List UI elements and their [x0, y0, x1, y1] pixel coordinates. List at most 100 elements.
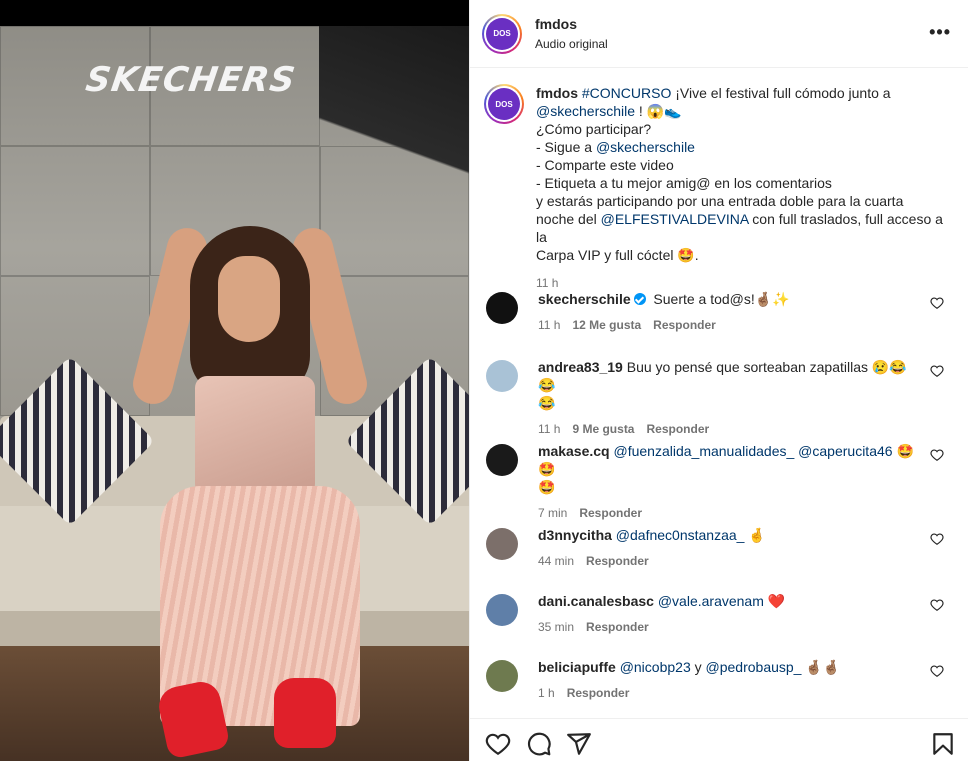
comment-content-line2: 🤩 [538, 479, 556, 495]
comment-item: beliciapuffe @nicobp23 y @pedrobausp_ 🤞🏽… [484, 658, 954, 700]
comment-meta: 44 min Responder [538, 554, 918, 568]
author-username[interactable]: fmdos [535, 16, 608, 32]
caption-line: Carpa VIP y full cóctel 🤩. [536, 247, 699, 263]
commenter-username[interactable]: makase.cq [538, 443, 610, 459]
like-comment-heart-icon[interactable] [930, 532, 944, 546]
red-sneaker-right [274, 678, 336, 748]
comment-item: d3nnycitha @dafnec0nstanzaa_ 🤞 44 min Res… [484, 526, 954, 568]
comment-time[interactable]: 11 h [538, 422, 560, 436]
caption-line: ¿Cómo participar? [536, 121, 652, 137]
caption-username[interactable]: fmdos [536, 85, 578, 101]
commenter-avatar[interactable] [486, 594, 518, 626]
satin-top [195, 376, 315, 496]
caption-line: - Etiqueta a tu mejor amig@ en los comen… [536, 175, 832, 191]
comment-text: beliciapuffe @nicobp23 y @pedrobausp_ 🤞🏽… [538, 658, 918, 676]
comment-likes[interactable]: 9 Me gusta [572, 422, 634, 436]
commenter-username[interactable]: dani.canalesbasc [538, 593, 654, 609]
comment-text: makase.cq @fuenzalida_manualidades_ @cap… [538, 442, 918, 496]
mention-link[interactable]: @vale.aravenam [658, 593, 764, 609]
avatar-ring: DOS [486, 86, 522, 122]
comment-meta: 11 h 9 Me gusta Responder [538, 422, 918, 436]
send-icon[interactable] [566, 731, 592, 757]
comment-likes[interactable]: 12 Me gusta [572, 318, 641, 332]
author-avatar[interactable]: DOS [482, 13, 522, 54]
comment-item: makase.cq @fuenzalida_manualidades_ @cap… [484, 442, 954, 520]
commenter-avatar[interactable] [486, 360, 518, 392]
commenter-avatar[interactable] [486, 660, 518, 692]
comment-body: skecherschile Suerte a tod@s!🤞🏽✨ 11 h 12 … [538, 290, 918, 332]
reply-button[interactable]: Responder [646, 422, 709, 436]
heart-icon[interactable] [485, 731, 511, 757]
verified-badge-icon [633, 293, 646, 305]
avatar-ring: DOS [484, 15, 520, 52]
commenter-username[interactable]: skecherschile [538, 291, 631, 307]
commenter-avatar[interactable] [486, 292, 518, 324]
comments-thread[interactable]: DOS fmdos #CONCURSO ¡Vive el festival fu… [470, 68, 968, 718]
woman-figure [128, 216, 372, 761]
comment-text: dani.canalesbasc @vale.aravenam ❤️ [538, 592, 918, 610]
mention-link[interactable]: @skecherschile [536, 103, 635, 119]
like-comment-heart-icon[interactable] [930, 364, 944, 378]
avatar-image: DOS [486, 17, 518, 50]
mention-link[interactable]: @dafnec0nstanzaa_ [616, 527, 745, 543]
avatar-image: DOS [488, 88, 520, 120]
video-frame[interactable]: SKECHERS [0, 26, 469, 761]
reply-button[interactable]: Responder [586, 554, 649, 568]
comment-time[interactable]: 7 min [538, 506, 567, 520]
reply-button[interactable]: Responder [586, 620, 649, 634]
comment-connector: y [690, 659, 706, 675]
comment-time[interactable]: 11 h [538, 318, 560, 332]
action-bar [470, 718, 968, 761]
reply-button[interactable]: Responder [567, 686, 630, 700]
skechers-logo: SKECHERS [83, 60, 299, 100]
comment-body: dani.canalesbasc @vale.aravenam ❤️ 35 mi… [538, 592, 918, 634]
header-text: fmdos Audio original [535, 16, 608, 51]
post-sidebar: DOS fmdos Audio original ••• DOS fmdos #… [469, 0, 968, 761]
caption-line: - Sigue a [536, 139, 596, 155]
comment-content: Suerte a tod@s!🤞🏽✨ [653, 291, 790, 307]
commenter-username[interactable]: d3nnycitha [538, 527, 612, 543]
like-comment-heart-icon[interactable] [930, 664, 944, 678]
like-comment-heart-icon[interactable] [930, 296, 944, 310]
like-comment-heart-icon[interactable] [930, 448, 944, 462]
commenter-username[interactable]: beliciapuffe [538, 659, 616, 675]
comment-item: andrea83_19 Buu yo pensé que sorteaban z… [484, 358, 954, 436]
caption-line: noche del [536, 211, 601, 227]
face [218, 256, 280, 342]
caption-text: fmdos #CONCURSO ¡Vive el festival full c… [536, 84, 946, 292]
caption-avatar[interactable]: DOS [484, 84, 524, 124]
comment-content: ❤️ [763, 593, 786, 609]
commenter-avatar[interactable] [486, 528, 518, 560]
comment-meta: 11 h 12 Me gusta Responder [538, 318, 918, 332]
comment-time[interactable]: 44 min [538, 554, 574, 568]
post-media-video[interactable]: SKECHERS [0, 0, 469, 761]
comment-time[interactable]: 1 h [538, 686, 555, 700]
mention-link[interactable]: @pedrobausp_ [706, 659, 802, 675]
mention-link[interactable]: @nicobp23 [620, 659, 691, 675]
comment-text: andrea83_19 Buu yo pensé que sorteaban z… [538, 358, 918, 412]
audio-label[interactable]: Audio original [535, 37, 608, 51]
commenter-username[interactable]: andrea83_19 [538, 359, 623, 375]
commenter-avatar[interactable] [486, 444, 518, 476]
comment-item: skecherschile Suerte a tod@s!🤞🏽✨ 11 h 12 … [484, 290, 954, 332]
comment-meta: 35 min Responder [538, 620, 918, 634]
post-caption: DOS fmdos #CONCURSO ¡Vive el festival fu… [484, 84, 954, 292]
caption-line: ! 😱👟 [635, 103, 682, 119]
caption-line: y estarás participando por una entrada d… [536, 193, 904, 209]
mention-link[interactable]: @skecherschile [596, 139, 695, 155]
comment-content: 🤞🏽🤞🏽 [801, 659, 841, 675]
mention-link[interactable]: @fuenzalida_manualidades_ @caperucita46 [614, 443, 893, 459]
hashtag-link[interactable]: #CONCURSO [582, 85, 671, 101]
post-header: DOS fmdos Audio original ••• [470, 0, 968, 68]
more-horizontal-icon[interactable]: ••• [929, 22, 951, 43]
mention-link[interactable]: @ELFESTIVALDEVINA [601, 211, 749, 227]
reply-button[interactable]: Responder [579, 506, 642, 520]
comment-icon[interactable] [526, 731, 552, 757]
reply-button[interactable]: Responder [653, 318, 716, 332]
bookmark-icon[interactable] [930, 731, 956, 757]
comment-time[interactable]: 35 min [538, 620, 574, 634]
wall-panel [0, 146, 150, 276]
like-comment-heart-icon[interactable] [930, 598, 944, 612]
comment-item: dani.canalesbasc @vale.aravenam ❤️ 35 mi… [484, 592, 954, 634]
comment-content: 🤞 [744, 527, 766, 543]
